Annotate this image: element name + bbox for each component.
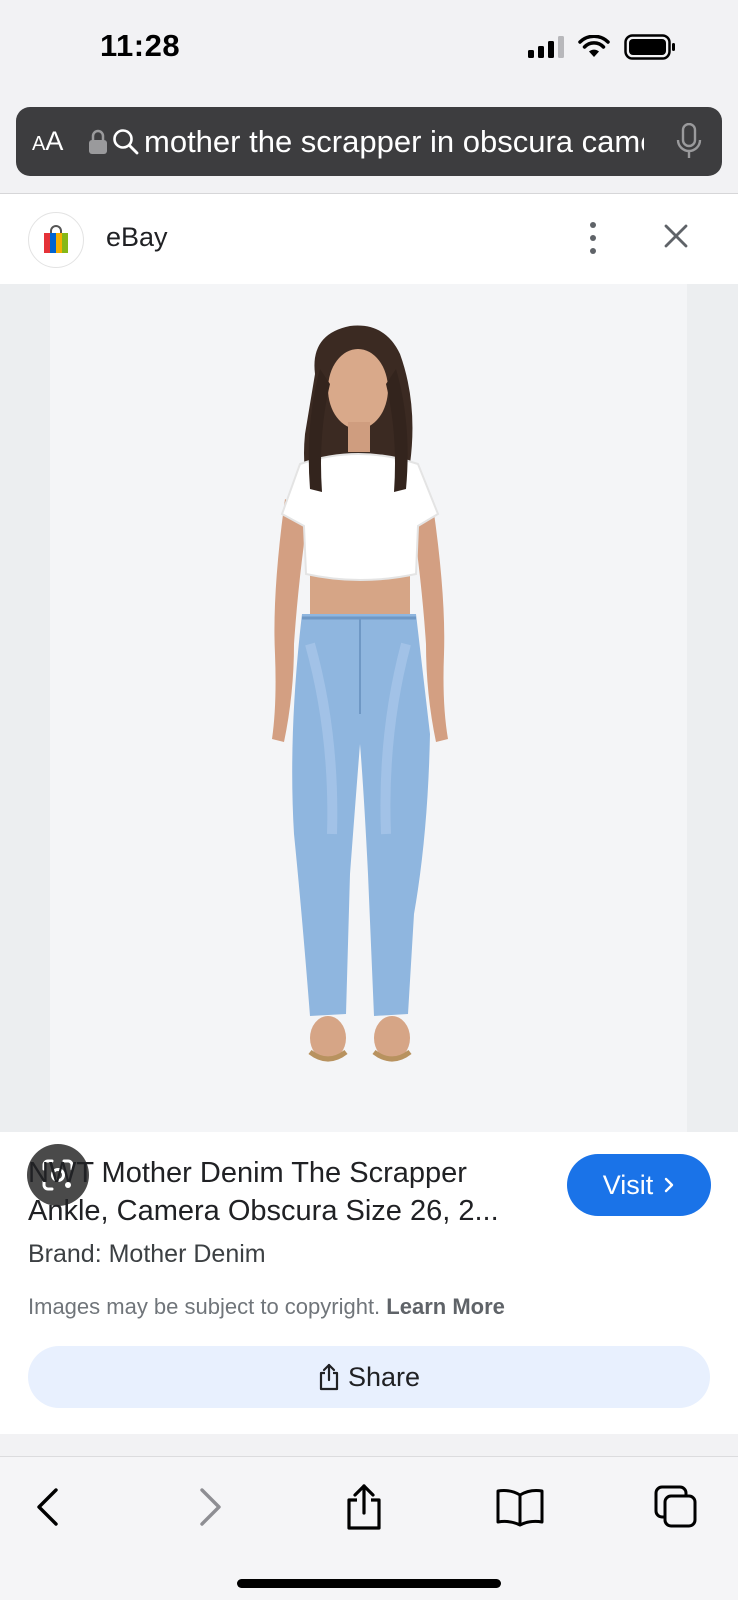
mic-icon[interactable]	[676, 123, 702, 161]
learn-more-link[interactable]: Learn More	[386, 1294, 505, 1319]
more-options-button[interactable]	[578, 218, 608, 258]
wifi-icon	[578, 35, 610, 57]
tabs-button[interactable]	[648, 1479, 704, 1535]
share-label: Share	[347, 1361, 421, 1392]
share-icon	[319, 1363, 339, 1391]
bookmarks-button[interactable]	[492, 1479, 548, 1535]
visit-label: Visit	[602, 1169, 654, 1200]
address-bar[interactable]: AA mother the scrapper in obscura camera	[16, 107, 722, 176]
site-row: eBay	[0, 194, 738, 284]
ebay-favicon-icon[interactable]	[28, 212, 84, 268]
status-time: 11:28	[100, 28, 181, 63]
more-icon-dot	[590, 235, 596, 241]
forward-icon	[200, 1488, 221, 1526]
model-in-jeans-image	[272, 325, 448, 1062]
lock-icon	[89, 129, 107, 154]
visit-button[interactable]: Visit	[567, 1154, 711, 1216]
back-icon	[37, 1488, 58, 1526]
chevron-right-icon	[665, 1177, 674, 1193]
shopping-bag-icon	[44, 225, 68, 253]
cellular-signal-icon	[528, 36, 564, 58]
more-icon-dot	[590, 248, 596, 254]
status-icons	[528, 34, 676, 60]
home-indicator	[237, 1579, 501, 1588]
reader-options-button[interactable]: AA	[32, 126, 86, 157]
product-brand: Brand: Mother Denim	[28, 1240, 266, 1268]
status-bar: 11:28	[0, 0, 738, 100]
share-icon	[347, 1484, 381, 1530]
product-image[interactable]	[0, 284, 738, 1132]
share-button[interactable]: Share	[28, 1346, 710, 1408]
more-icon	[590, 222, 596, 228]
image-result-panel: eBay NWT Mother Denim The Scrapper Ankle…	[0, 194, 738, 1434]
product-title[interactable]: NWT Mother Denim The Scrapper Ankle, Cam…	[28, 1154, 548, 1230]
search-query-text[interactable]: mother the scrapper in obscura camera	[144, 124, 644, 160]
aa-small-label: A	[32, 133, 46, 155]
forward-button[interactable]	[182, 1479, 238, 1535]
copyright-text: Images may be subject to copyright.	[28, 1294, 381, 1319]
search-icon	[113, 128, 139, 154]
copyright-notice: Images may be subject to copyright. Lear…	[28, 1294, 505, 1320]
back-button[interactable]	[20, 1479, 76, 1535]
aa-large-label: A	[45, 126, 64, 156]
close-icon[interactable]	[660, 220, 692, 252]
tabs-icon	[654, 1485, 697, 1528]
bookmarks-icon	[496, 1489, 544, 1527]
battery-icon	[624, 34, 675, 60]
site-name[interactable]: eBay	[106, 222, 168, 253]
toolbar-share-button[interactable]	[336, 1479, 392, 1535]
